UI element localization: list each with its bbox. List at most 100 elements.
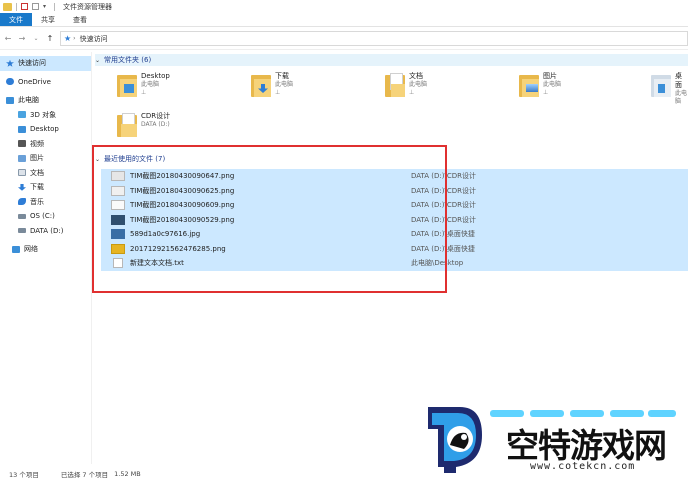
chevron-down-icon[interactable]: ▾ [43, 3, 46, 10]
sidebar-item-label: 音乐 [30, 197, 44, 206]
star-icon: ★ [64, 34, 72, 43]
selection-size: 1.52 MB [114, 470, 141, 478]
sidebar-item-label: Desktop [30, 125, 59, 134]
sidebar-item-this-pc[interactable]: 此电脑 [0, 93, 91, 108]
drive-icon [18, 213, 26, 219]
breadcrumb[interactable]: 快速访问 [80, 34, 108, 44]
sidebar-item-desktop[interactable]: Desktop [0, 122, 91, 137]
network-icon [12, 245, 20, 253]
sidebar-item-label: DATA (D:) [30, 226, 64, 235]
folder-tile-desktop[interactable]: Desktop 此电脑 ⊥ [117, 72, 247, 106]
folder-icon [385, 72, 405, 98]
folder-location: 此电脑 [675, 90, 688, 105]
watermark-decoration [490, 410, 676, 417]
folder-icon [117, 72, 137, 98]
star-icon [6, 59, 14, 67]
sidebar-item-pictures[interactable]: 图片 [0, 151, 91, 166]
address-bar[interactable]: ★ › 快速访问 [60, 31, 688, 46]
folder-location: DATA (D:) [141, 121, 170, 128]
toolbar-divider [54, 2, 56, 11]
chevron-down-icon[interactable]: ⌄ [30, 35, 42, 42]
folder-icon [117, 112, 137, 138]
sidebar-item-label: 视频 [30, 139, 44, 148]
chevron-right-icon[interactable]: › [73, 35, 75, 42]
folder-tile-cdr[interactable]: CDR设计 DATA (D:) [117, 112, 247, 146]
folder-name: CDR设计 [141, 112, 171, 120]
tab-share[interactable]: 共享 [32, 13, 64, 26]
chevron-down-icon[interactable]: ⌄ [95, 57, 100, 64]
sidebar-item-label: 快速访问 [18, 59, 46, 68]
ribbon: 文件 共享 查看 [0, 13, 688, 27]
watermark-logo [428, 407, 482, 473]
computer-icon [6, 96, 14, 104]
folder-location: 此电脑 [275, 81, 294, 88]
sidebar-item-music[interactable]: 音乐 [0, 195, 91, 210]
folder-icon [519, 72, 539, 98]
sidebar-item-videos[interactable]: 视频 [0, 137, 91, 152]
tab-file[interactable]: 文件 [0, 13, 32, 26]
toolbar-divider [16, 2, 17, 11]
properties-button[interactable] [21, 3, 28, 10]
sidebar-item-label: 3D 对象 [30, 110, 57, 119]
sidebar-item-label: OneDrive [18, 77, 51, 86]
pin-icon[interactable]: ⊥ [543, 89, 561, 97]
video-icon [18, 140, 26, 148]
desktop-icon [124, 84, 134, 93]
sidebar-item-3d-objects[interactable]: 3D 对象 [0, 108, 91, 123]
sidebar-item-label: 此电脑 [18, 96, 39, 105]
folder-location: 此电脑 [141, 81, 160, 88]
address-toolbar: ← → ⌄ ↑ ★ › 快速访问 [0, 28, 688, 50]
document-icon [18, 169, 26, 177]
sidebar-item-label: 下载 [30, 183, 44, 192]
folder-icon [3, 2, 12, 11]
selection-count: 已选择 7 个项目 [60, 471, 109, 479]
music-icon [18, 198, 26, 206]
navigation-pane: 快速访问 OneDrive 此电脑 3D 对象 Desktop 视频 图片 文档… [0, 52, 92, 464]
folder-tile-pictures[interactable]: 图片 此电脑 ⊥ [519, 72, 649, 106]
folder-tile-downloads[interactable]: 下载 此电脑 ⊥ [251, 72, 381, 106]
folder-icon [651, 72, 671, 98]
sidebar-item-quick-access[interactable]: 快速访问 [0, 56, 91, 71]
highlight-box [92, 145, 447, 293]
pin-icon[interactable]: ⊥ [275, 89, 293, 97]
folder-name: 图片 [543, 72, 557, 80]
sidebar-item-label: 文档 [30, 168, 44, 177]
folder-name: Desktop [141, 72, 170, 80]
folder-location: 此电脑 [409, 81, 428, 88]
group-title: 常用文件夹 (6) [104, 56, 152, 64]
tab-view[interactable]: 查看 [64, 13, 96, 26]
watermark-title: 空特游戏网 [506, 426, 667, 465]
sidebar-item-documents[interactable]: 文档 [0, 166, 91, 181]
pin-icon[interactable]: ⊥ [141, 89, 170, 97]
sidebar-item-os-c[interactable]: OS (C:) [0, 209, 91, 224]
up-arrow-icon[interactable]: ↑ [44, 34, 56, 43]
forward-arrow-icon[interactable]: → [16, 34, 28, 43]
sidebar-item-onedrive[interactable]: OneDrive [0, 75, 91, 90]
window-title: 文件资源管理器 [63, 2, 113, 11]
new-folder-button[interactable] [32, 3, 39, 10]
frequent-folders-header[interactable]: ⌄ 常用文件夹 (6) [95, 54, 688, 66]
folder-name: 下载 [275, 72, 289, 80]
cube-icon [18, 111, 26, 119]
picture-icon [526, 84, 538, 92]
title-bar: ▾ 文件资源管理器 [0, 0, 688, 13]
folder-tile-documents[interactable]: 文档 此电脑 ⊥ [385, 72, 515, 106]
sidebar-item-network[interactable]: 网络 [0, 242, 91, 257]
download-icon [18, 183, 26, 191]
picture-icon [18, 154, 26, 162]
desktop-icon [18, 125, 26, 133]
desktop-icon [658, 84, 665, 93]
sidebar-item-downloads[interactable]: 下载 [0, 180, 91, 195]
pin-icon[interactable]: ⊥ [409, 89, 427, 97]
folder-location: 此电脑 [543, 81, 562, 88]
folder-tile-zhuomian[interactable]: 桌面 此电脑 ⊥ [651, 72, 688, 106]
watermark-url: www.cotekcn.com [530, 461, 636, 472]
sidebar-item-data-d[interactable]: DATA (D:) [0, 224, 91, 239]
back-arrow-icon[interactable]: ← [2, 34, 14, 43]
drive-icon [18, 228, 26, 234]
sidebar-item-label: OS (C:) [30, 212, 55, 221]
cloud-icon [6, 78, 14, 86]
item-count: 13 个项目 [9, 471, 39, 479]
folder-icon [251, 72, 271, 98]
sidebar-item-label: 网络 [24, 245, 38, 254]
